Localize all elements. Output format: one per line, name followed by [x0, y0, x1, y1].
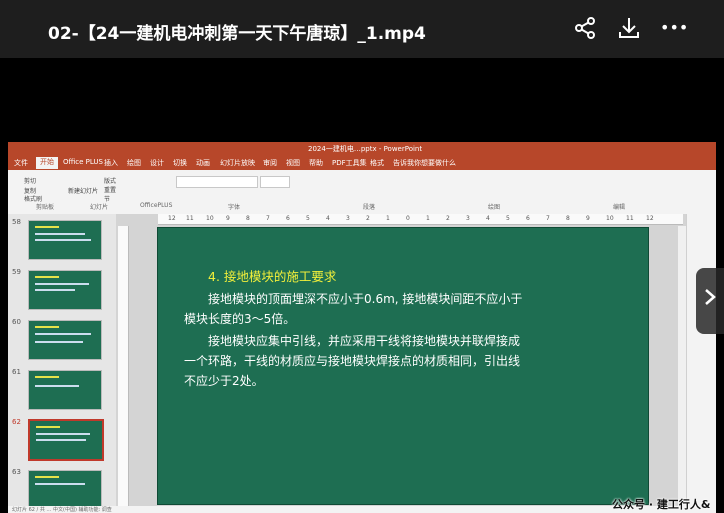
ruler-tick: 2 [366, 215, 370, 222]
ppt-titlebar: 2024一建机电…pptx - PowerPoint [8, 142, 716, 156]
slide-text-line: 不应少于2处。 [184, 374, 264, 388]
tab-slideshow[interactable]: 幻灯片放映 [220, 158, 255, 168]
video-player-header: 02-【24一建机电冲刺第一天下午唐琼】_1.mp4 ••• [0, 0, 724, 58]
status-bar: 幻灯片 62 / 共 … 中文(中国) 辅助功能: 调查 [8, 506, 716, 513]
slide-number: 59 [12, 268, 21, 276]
tab-file[interactable]: 文件 [14, 158, 28, 168]
watermark-text: 公众号 · 建工行人& [612, 498, 711, 511]
horizontal-ruler: 12 11 10 9 8 7 6 5 4 3 2 1 0 1 2 3 4 5 6… [158, 214, 683, 225]
download-icon[interactable] [615, 14, 643, 42]
ruler-tick: 4 [326, 215, 330, 222]
tab-view[interactable]: 视图 [286, 158, 300, 168]
ruler-tick: 8 [246, 215, 250, 222]
ruler-tick: 9 [226, 215, 230, 222]
ruler-tick: 7 [546, 215, 550, 222]
tab-home[interactable]: 开始 [36, 157, 58, 169]
slide-text-line: 接地模块应集中引线，并应采用干线将接地模块并联焊接成 [208, 334, 521, 348]
powerpoint-window: 2024一建机电…pptx - PowerPoint 文件 开始 Office … [8, 142, 716, 513]
ruler-tick: 6 [526, 215, 530, 222]
slide-thumbnail-60[interactable] [28, 320, 102, 360]
ruler-tick: 3 [346, 215, 350, 222]
new-slide-button[interactable]: 新建幻灯片 [68, 186, 98, 195]
more-icon[interactable]: ••• [660, 14, 688, 42]
slide-number: 58 [12, 218, 21, 226]
status-text: 幻灯片 62 / 共 … 中文(中国) 辅助功能: 调查 [12, 507, 112, 513]
tell-me-search[interactable]: 告诉我你想要做什么 [393, 158, 456, 168]
video-title: 02-【24一建机电冲刺第一天下午唐琼】_1.mp4 [48, 24, 426, 44]
ruler-tick: 0 [406, 215, 410, 222]
tab-draw[interactable]: 绘图 [127, 158, 141, 168]
slide-heading: 4. 接地模块的施工要求 [208, 269, 337, 284]
slide-thumbnail-pane: 58 59 60 61 62 63 [8, 214, 116, 513]
group-slides: 幻灯片 [90, 204, 109, 211]
slide-thumbnail-62[interactable] [28, 419, 104, 461]
vertical-scrollbar[interactable] [678, 226, 686, 513]
slide-text-line: 一个环路，干线的材质应与接地模块焊接点的材质相同，引出线 [184, 354, 521, 368]
tab-design[interactable]: 设计 [150, 158, 164, 168]
ruler-tick: 11 [186, 215, 194, 222]
tab-transitions[interactable]: 切换 [173, 158, 187, 168]
cut-button[interactable]: 剪切 [24, 176, 36, 185]
ruler-tick: 9 [586, 215, 590, 222]
ribbon-tabs: 文件 开始 Office PLUS 插入 绘图 设计 切换 动画 幻灯片放映 审… [8, 156, 716, 170]
group-font: 字体 [228, 204, 241, 211]
slide-thumbnail-58[interactable] [28, 220, 102, 260]
ppt-window-title: 2024一建机电…pptx - PowerPoint [308, 145, 423, 153]
slide-text-line: 模块长度的3～5倍。 [184, 312, 296, 326]
ruler-tick: 7 [266, 215, 270, 222]
group-clipboard: 剪贴板 [36, 204, 55, 211]
group-editing: 编辑 [613, 204, 626, 211]
ruler-tick: 4 [486, 215, 490, 222]
ruler-tick: 12 [168, 215, 176, 222]
font-name-box[interactable] [176, 176, 258, 188]
ruler-tick: 1 [426, 215, 430, 222]
ruler-tick: 12 [646, 215, 654, 222]
slide-number: 63 [12, 468, 21, 476]
right-task-pane [686, 214, 716, 513]
tab-review[interactable]: 审阅 [263, 158, 277, 168]
tab-pdf[interactable]: PDF工具集 [332, 158, 367, 168]
group-officeplus: OfficePLUS [140, 202, 173, 209]
ruler-tick: 10 [206, 215, 214, 222]
ruler-tick: 3 [466, 215, 470, 222]
share-icon[interactable] [571, 14, 599, 42]
group-drawing: 绘图 [488, 204, 501, 211]
ruler-tick: 10 [606, 215, 614, 222]
tab-format[interactable]: 格式 [370, 158, 384, 168]
tab-insert[interactable]: 插入 [104, 158, 118, 168]
ruler-tick: 8 [566, 215, 570, 222]
slide-thumbnail-61[interactable] [28, 370, 102, 410]
tab-help[interactable]: 帮助 [309, 158, 323, 168]
ruler-tick: 2 [446, 215, 450, 222]
tab-officeplus[interactable]: Office PLUS [63, 158, 103, 166]
ribbon: 剪切 复制 格式刷 新建幻灯片 版式 重置 节 剪贴板 幻灯片 OfficePL… [8, 170, 716, 215]
ruler-tick: 5 [306, 215, 310, 222]
slide-number: 62 [12, 418, 21, 426]
slide-number: 60 [12, 318, 21, 326]
ruler-tick: 6 [286, 215, 290, 222]
ruler-tick: 11 [626, 215, 634, 222]
ruler-tick: 5 [506, 215, 510, 222]
slide-canvas[interactable]: 4. 接地模块的施工要求 接地模块的顶面埋深不应小于0.6m, 接地模块间距不应… [157, 227, 649, 505]
vertical-ruler [118, 226, 129, 513]
slide-number: 61 [12, 368, 21, 376]
slide-thumbnail-59[interactable] [28, 270, 102, 310]
next-arrow-button[interactable] [696, 268, 724, 334]
font-size-box[interactable] [260, 176, 290, 188]
layout-button[interactable]: 版式 [104, 176, 116, 185]
slide-thumbnail-63[interactable] [28, 470, 102, 510]
slide-text-line: 接地模块的顶面埋深不应小于0.6m, 接地模块间距不应小于 [208, 292, 523, 306]
group-paragraph: 段落 [363, 204, 376, 211]
chevron-right-icon [705, 289, 716, 305]
tab-animations[interactable]: 动画 [196, 158, 210, 168]
ruler-tick: 1 [386, 215, 390, 222]
reset-button[interactable]: 重置 [104, 185, 116, 194]
